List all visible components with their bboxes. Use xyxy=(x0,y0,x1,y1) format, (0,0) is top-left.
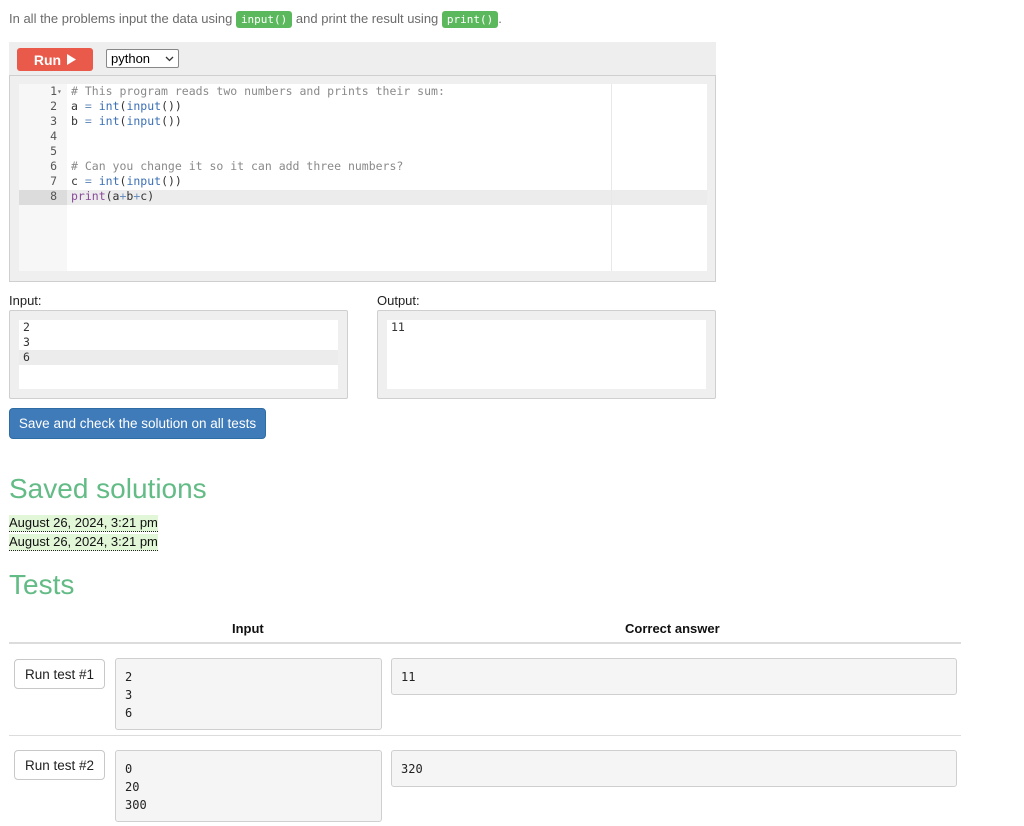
code-line: 2 a = int(input()) xyxy=(19,99,707,114)
line-number: 7 xyxy=(50,174,57,188)
output-box-frame: 11 xyxy=(377,310,716,399)
code-token: # This program reads two numbers and pri… xyxy=(71,84,445,98)
table-header-divider xyxy=(9,642,961,644)
tests-heading: Tests xyxy=(9,569,75,600)
code-token: int xyxy=(98,99,120,113)
input-function-code: input() xyxy=(235,11,293,28)
code-token: input xyxy=(126,99,162,113)
line-number: 4 xyxy=(50,129,57,143)
line-number: 2 xyxy=(50,99,57,113)
code-token: (a xyxy=(105,189,120,203)
run-test-2-button[interactable]: Run test #2 xyxy=(14,750,105,780)
run-test-1-button[interactable]: Run test #1 xyxy=(14,659,105,689)
language-select[interactable]: python xyxy=(106,49,179,68)
code-line: 4 xyxy=(19,129,707,144)
run-button-label: Run xyxy=(33,51,62,68)
code-token: = xyxy=(84,174,92,188)
code-token: b xyxy=(71,114,85,128)
print-function-code: print() xyxy=(441,11,499,28)
code-line-text: # This program reads two numbers and pri… xyxy=(71,84,445,99)
code-token: int xyxy=(98,174,120,188)
line-number: 1 xyxy=(50,84,57,98)
output-line: 11 xyxy=(391,320,405,334)
editor-toolbar: Run python xyxy=(9,42,716,75)
code-token: c xyxy=(71,174,85,188)
input-line: 6 xyxy=(23,350,30,364)
code-token: # Can you change it so it can add three … xyxy=(71,159,404,173)
run-button[interactable]: Run xyxy=(17,48,93,71)
code-line: 6 # Can you change it so it can add three… xyxy=(19,159,707,174)
code-line-text: a = int(input()) xyxy=(71,99,182,114)
line-number: 8 xyxy=(50,189,57,203)
code-line-text: c = int(input()) xyxy=(71,174,182,189)
line-number: 5 xyxy=(50,144,57,158)
code-token: c) xyxy=(140,189,155,203)
chevron-down-icon xyxy=(165,56,174,61)
test-1-input: 2 3 6 xyxy=(115,658,382,730)
fold-arrow-icon[interactable]: ▾ xyxy=(57,84,62,99)
line-number: 3 xyxy=(50,114,57,128)
code-line-text: b = int(input()) xyxy=(71,114,182,129)
language-select-value: python xyxy=(111,51,151,66)
line-number: 6 xyxy=(50,159,57,173)
column-header-input: Input xyxy=(232,621,264,636)
play-icon xyxy=(67,54,77,65)
saved-solution-link[interactable]: August 26, 2024, 3:21 pm xyxy=(9,534,158,551)
input-label: Input: xyxy=(9,293,42,308)
code-token: print xyxy=(71,189,106,203)
code-line: 5 xyxy=(19,144,707,159)
output-label: Output: xyxy=(377,293,420,308)
test-2-correct-answer: 320 xyxy=(391,750,957,787)
test-2-input: 0 20 300 xyxy=(115,750,382,822)
input-active-line-highlight xyxy=(19,350,338,365)
code-token: ()) xyxy=(161,99,182,113)
input-line: 3 xyxy=(23,335,30,349)
code-token: input xyxy=(126,174,162,188)
saved-solutions-heading: Saved solutions xyxy=(9,473,207,504)
code-line-text: print(a+b+c) xyxy=(71,189,154,204)
code-line: 8 print(a+b+c) xyxy=(19,189,707,204)
input-line: 2 xyxy=(23,320,30,334)
code-line: 1 ▾ # This program reads two numbers and p… xyxy=(19,84,707,99)
code-token: ()) xyxy=(161,174,182,188)
save-and-check-button[interactable]: Save and check the solution on all tests xyxy=(9,408,266,439)
code-line: 7 c = int(input()) xyxy=(19,174,707,189)
instructions-part-1: In all the problems input the data using xyxy=(9,11,236,26)
code-token: input xyxy=(126,114,162,128)
code-token: ()) xyxy=(161,114,182,128)
code-editor-frame: 1 ▾ # This program reads two numbers and p… xyxy=(9,75,716,282)
test-1-correct-answer: 11 xyxy=(391,658,957,695)
column-header-correct-answer: Correct answer xyxy=(625,621,720,636)
code-token: = xyxy=(84,114,92,128)
code-editor[interactable]: 1 ▾ # This program reads two numbers and p… xyxy=(19,84,707,271)
instructions-part-2: and print the result using xyxy=(292,11,442,26)
output-box: 11 xyxy=(387,320,706,389)
input-editor-frame: 236 xyxy=(9,310,348,399)
instructions-part-3: . xyxy=(498,11,502,26)
code-token: = xyxy=(84,99,92,113)
code-token: a xyxy=(71,99,85,113)
saved-solution-link[interactable]: August 26, 2024, 3:21 pm xyxy=(9,515,158,532)
input-editor[interactable]: 236 xyxy=(19,320,338,389)
code-token: int xyxy=(98,114,120,128)
table-row-divider xyxy=(9,735,961,736)
code-line: 3 b = int(input()) xyxy=(19,114,707,129)
instructions-text: In all the problems input the data using… xyxy=(9,11,502,28)
code-line-text: # Can you change it so it can add three … xyxy=(71,159,403,174)
